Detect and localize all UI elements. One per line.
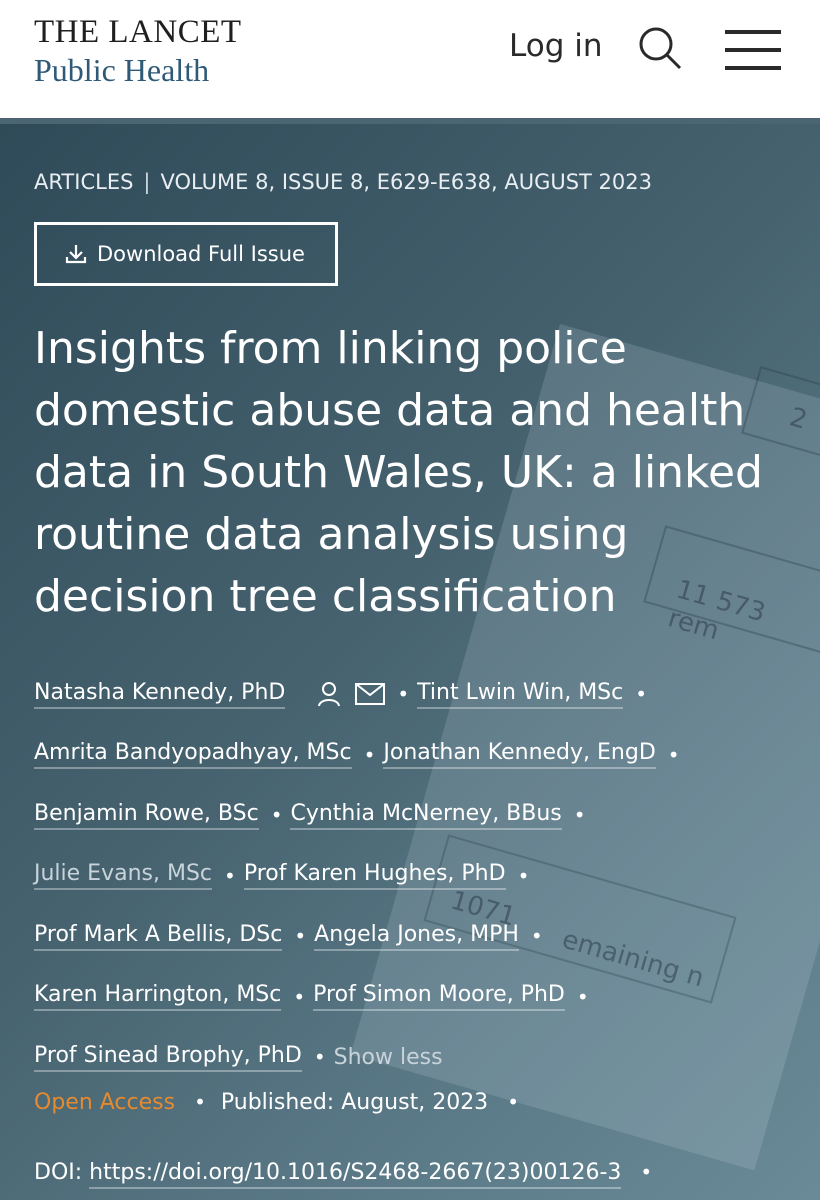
breadcrumb-volume[interactable]: VOLUME 8, ISSUE 8, E629-E638, AUGUST 202…	[161, 170, 653, 194]
author-link[interactable]: Natasha Kennedy, PhD	[34, 680, 286, 709]
author-row: Julie Evans, MSc • Prof Karen Hughes, Ph…	[34, 846, 794, 907]
author-link[interactable]: Cynthia McNerney, BBus	[290, 801, 562, 830]
menu-icon[interactable]	[725, 30, 781, 70]
download-full-issue-button[interactable]: Download Full Issue	[34, 222, 338, 286]
author-link[interactable]: Prof Karen Hughes, PhD	[243, 861, 506, 891]
logo-title[interactable]: THE LANCET	[34, 14, 242, 51]
article-title: Insights from linking police domestic ab…	[34, 323, 763, 622]
author-link[interactable]: Prof Sinead Brophy, PhD	[34, 1043, 302, 1072]
author-link[interactable]: Karen Harrington, MSc	[34, 982, 282, 1012]
author-row: Karen Harrington, MSc • Prof Simon Moore…	[34, 967, 794, 1028]
publication-meta: Open Access • Published: August, 2023 •	[34, 1090, 519, 1115]
author-list: Natasha Kennedy, PhD • Tint Lwin Win, MS…	[34, 664, 794, 1088]
breadcrumb-separator: |	[143, 170, 151, 194]
logo-subtitle[interactable]: Public Health	[34, 52, 209, 89]
doi-link[interactable]: https://doi.org/10.1016/S2468-2667(23)00…	[89, 1160, 622, 1189]
author-link[interactable]: Prof Simon Moore, PhD	[313, 982, 565, 1012]
show-less-link[interactable]: Show less	[334, 1045, 443, 1070]
download-icon	[65, 245, 87, 264]
site-header: THE LANCET Public Health Log in	[0, 0, 820, 118]
doi-label: DOI:	[34, 1160, 83, 1185]
published-date: August, 2023	[341, 1090, 489, 1115]
author-row: Benjamin Rowe, BSc • Cynthia McNerney, B…	[34, 785, 794, 846]
author-link[interactable]: Prof Mark A Bellis, DSc	[34, 922, 283, 951]
author-row: Natasha Kennedy, PhD • Tint Lwin Win, MS…	[34, 664, 794, 725]
email-icon[interactable]	[355, 683, 386, 706]
published-label: Published:	[220, 1090, 335, 1115]
author-link[interactable]: Jonathan Kennedy, EngD	[383, 740, 656, 770]
breadcrumb-section[interactable]: ARTICLES	[34, 170, 133, 194]
author-link[interactable]: Julie Evans, MSc	[34, 861, 213, 891]
author-row: Amrita Bandyopadhyay, MSc • Jonathan Ken…	[34, 725, 794, 786]
author-link[interactable]: Amrita Bandyopadhyay, MSc	[34, 740, 352, 770]
open-access-badge[interactable]: Open Access	[34, 1090, 175, 1115]
login-link[interactable]: Log in	[509, 28, 602, 64]
search-icon[interactable]	[636, 24, 684, 72]
breadcrumb: ARTICLES | VOLUME 8, ISSUE 8, E629-E638, A…	[34, 170, 652, 194]
author-link[interactable]: Benjamin Rowe, BSc	[34, 801, 259, 830]
author-link[interactable]: Tint Lwin Win, MSc	[417, 680, 624, 709]
download-button-label: Download Full Issue	[97, 242, 305, 266]
author-link[interactable]: Angela Jones, MPH	[314, 922, 519, 951]
author-row: Prof Mark A Bellis, DSc • Angela Jones, …	[34, 906, 794, 967]
article-hero: 2 11 573 rem 1071 emaining n ARTICLES | VO…	[0, 124, 820, 1200]
doi-row: DOI: https://doi.org/10.1016/S2468-2667(…	[34, 1160, 660, 1189]
author-row: Prof Sinead Brophy, PhD • Show less	[34, 1042, 443, 1072]
person-icon[interactable]	[317, 681, 341, 707]
